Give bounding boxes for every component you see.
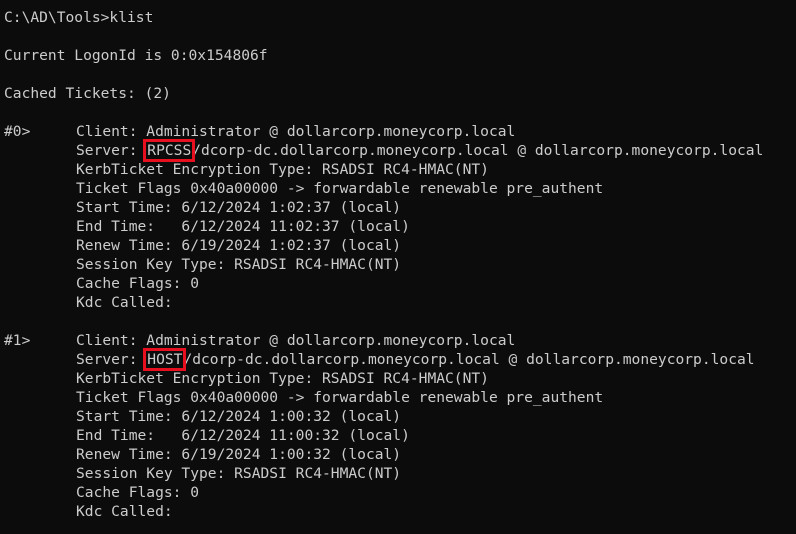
- ticket-session-key-type: Session Key Type: RSADSI RC4-HMAC(NT): [76, 465, 402, 482]
- terminal-window[interactable]: C:\AD\Tools>klist Current LogonId is 0:0…: [0, 0, 796, 534]
- ticket-server: Server: RPCSS/dcorp-dc.dollarcorp.moneyc…: [76, 139, 764, 162]
- ticket-flags: Ticket Flags 0x40a00000 -> forwardable r…: [76, 389, 604, 406]
- ticket-client: Client: Administrator @ dollarcorp.money…: [76, 123, 516, 140]
- ticket-client: Client: Administrator @ dollarcorp.money…: [76, 332, 516, 349]
- logon-id-line: Current LogonId is 0:0x154806f: [4, 47, 268, 64]
- ticket-index: #1>: [4, 332, 31, 349]
- ticket-flags: Ticket Flags 0x40a00000 -> forwardable r…: [76, 180, 604, 197]
- ticket-renew-time: Renew Time: 6/19/2024 1:02:37 (local): [76, 237, 402, 254]
- ticket-start-time: Start Time: 6/12/2024 1:00:32 (local): [76, 408, 402, 425]
- server-label: Server:: [76, 351, 147, 368]
- ticket-start-time: Start Time: 6/12/2024 1:02:37 (local): [76, 199, 402, 216]
- ticket-end-time: End Time: 6/12/2024 11:02:37 (local): [76, 218, 410, 235]
- server-host: /dcorp-dc.dollarcorp.moneycorp.local @ d…: [183, 351, 755, 368]
- cached-tickets-line: Cached Tickets: (2): [4, 85, 171, 102]
- ticket-encryption-type: KerbTicket Encryption Type: RSADSI RC4-H…: [76, 370, 489, 387]
- ticket-session-key-type: Session Key Type: RSADSI RC4-HMAC(NT): [76, 256, 402, 273]
- ticket-server: Server: HOST/dcorp-dc.dollarcorp.moneyco…: [76, 348, 755, 371]
- highlighted-service-name: RPCSS: [143, 139, 196, 162]
- ticket-encryption-type: KerbTicket Encryption Type: RSADSI RC4-H…: [76, 161, 489, 178]
- ticket-index: #0>: [4, 123, 31, 140]
- ticket-renew-time: Renew Time: 6/19/2024 1:00:32 (local): [76, 446, 402, 463]
- ticket-cache-flags: Cache Flags: 0: [76, 484, 200, 501]
- server-host: /dcorp-dc.dollarcorp.moneycorp.local @ d…: [192, 142, 764, 159]
- highlighted-service-name: HOST: [143, 348, 187, 371]
- ticket-cache-flags: Cache Flags: 0: [76, 275, 200, 292]
- ticket-kdc-called: Kdc Called:: [76, 294, 173, 311]
- command-prompt-line: C:\AD\Tools>klist: [4, 9, 154, 26]
- server-label: Server:: [76, 142, 147, 159]
- ticket-end-time: End Time: 6/12/2024 11:00:32 (local): [76, 427, 410, 444]
- ticket-kdc-called: Kdc Called:: [76, 503, 173, 520]
